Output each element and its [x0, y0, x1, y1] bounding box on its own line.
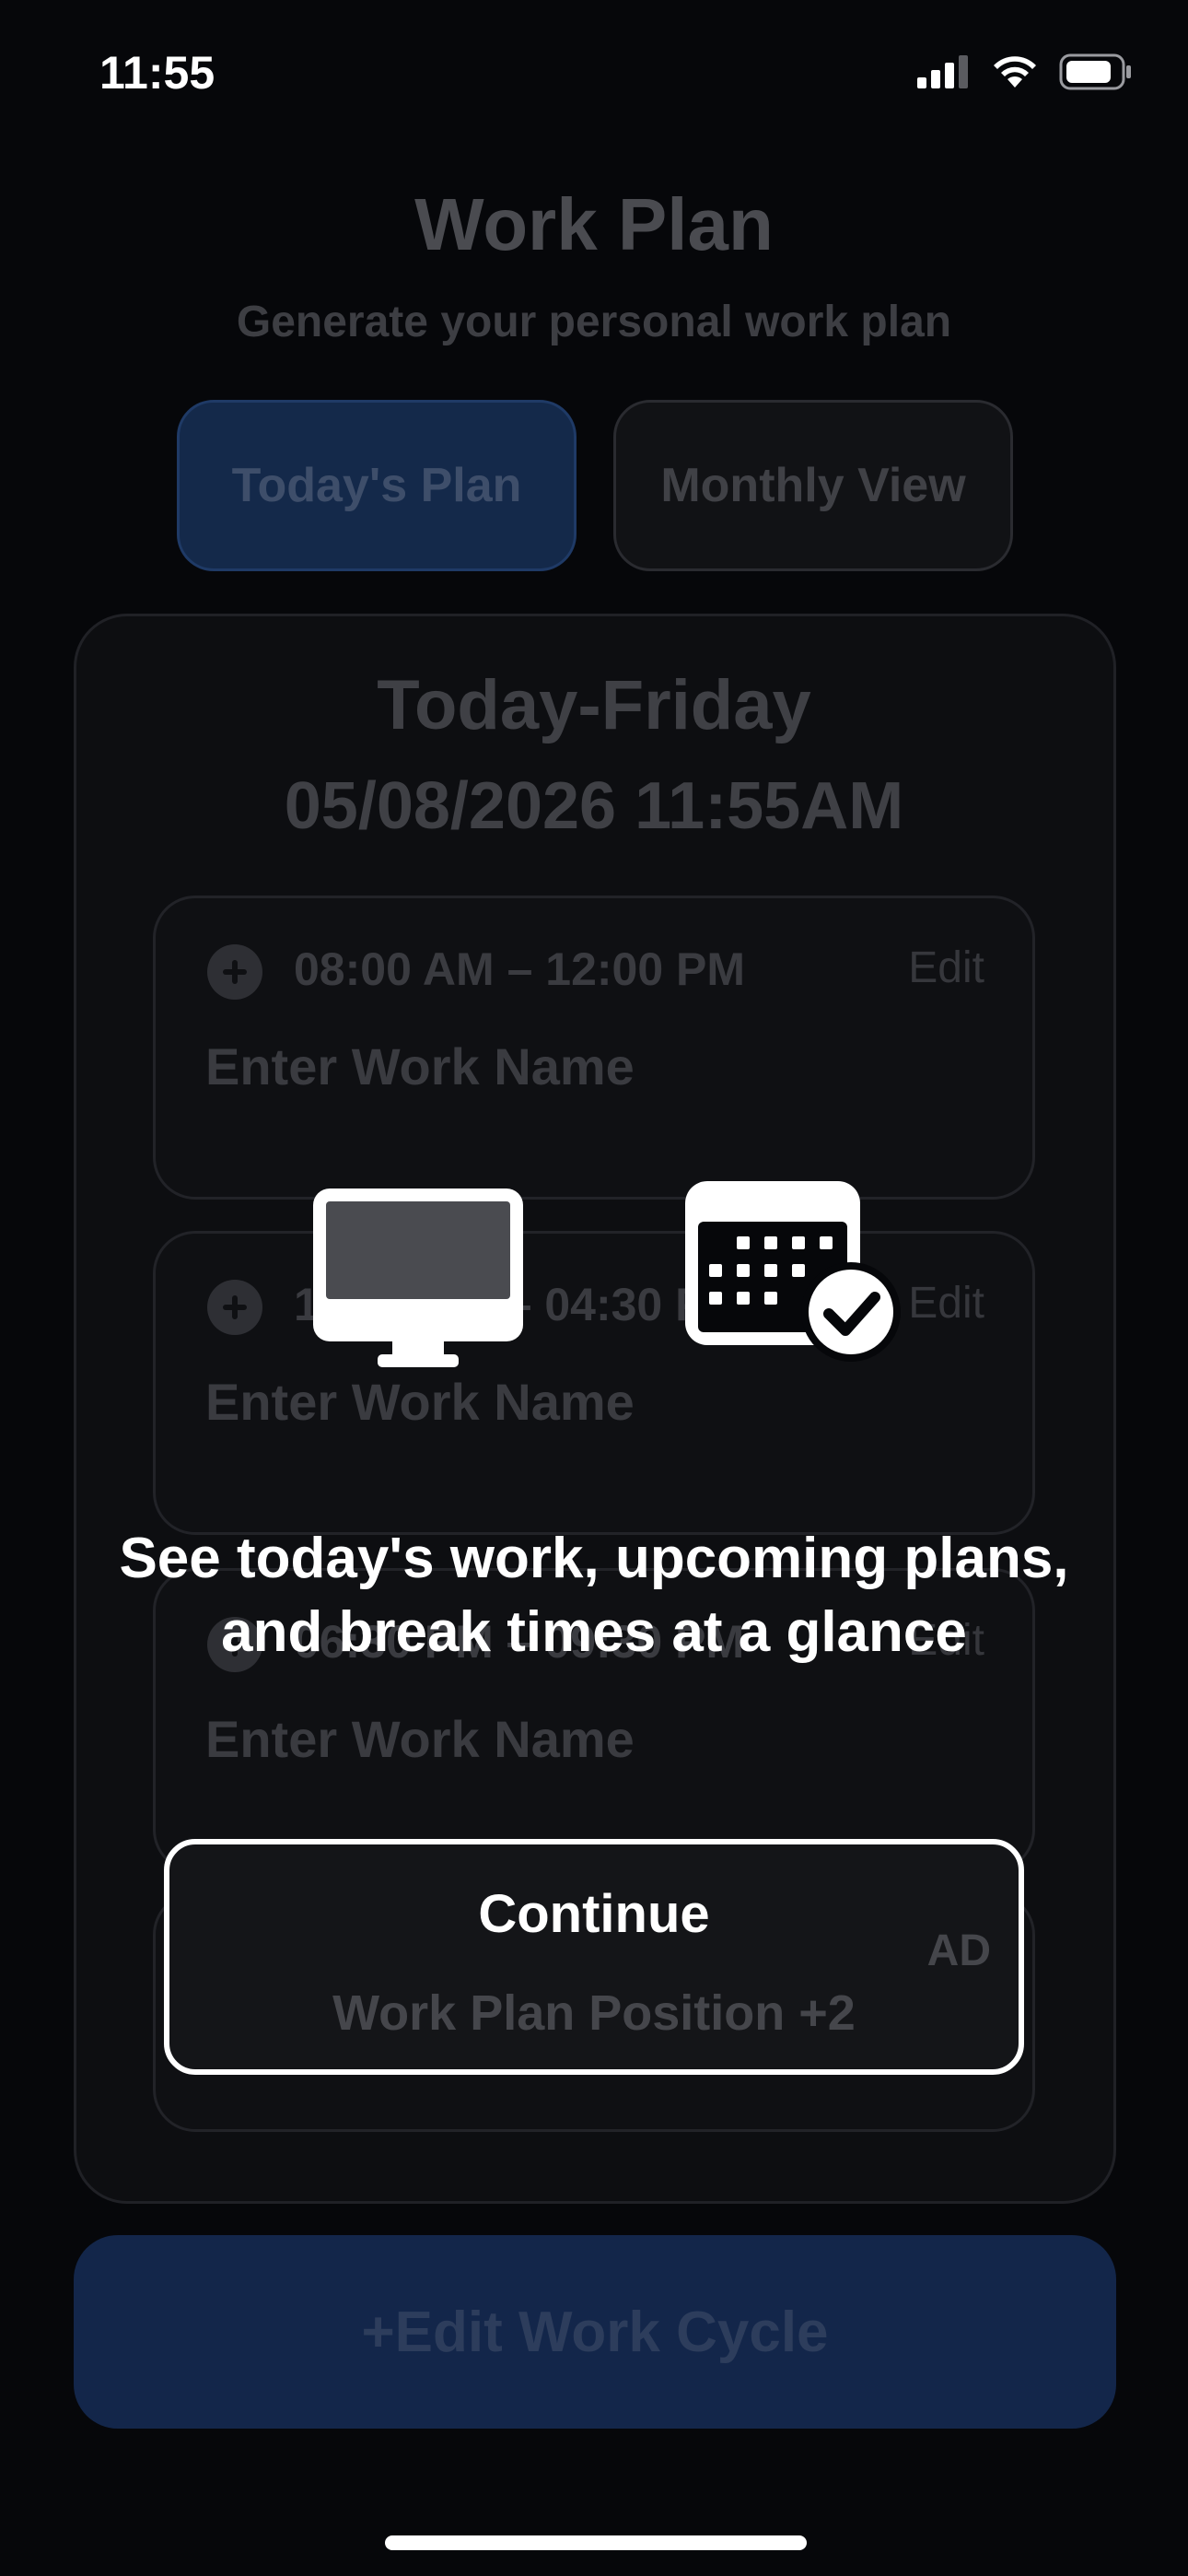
onboarding-message: See today's work, upcoming plans, and br… — [0, 1522, 1188, 1669]
onboarding-message-line1: See today's work, upcoming plans, — [119, 1527, 1069, 1590]
today-day: Today-Friday — [377, 666, 811, 744]
app-background: Work Plan Generate your personal work pl… — [0, 0, 1188, 2576]
edit-work-cycle-button[interactable]: +Edit Work Cycle — [74, 2235, 1116, 2429]
continue-sublabel: Work Plan Position +2 — [332, 1985, 856, 2041]
desktop-monitor-icon — [313, 1188, 523, 1367]
slot-name-field[interactable]: Enter Work Name — [205, 1709, 635, 1769]
home-indicator[interactable] — [385, 2535, 807, 2550]
continue-button[interactable]: Continue Work Plan Position +2 AD — [164, 1839, 1024, 2075]
slot-time: 08:00 AM – 12:00 PM — [294, 943, 746, 995]
work-slot[interactable]: 08:00 AM – 12:00 PM Edit Enter Work Name — [153, 896, 1035, 1200]
tab-todays-plan[interactable]: Today's Plan — [177, 400, 577, 571]
work-slot[interactable]: 12:30 PM – 04:30 PM Edit Enter Work Name — [153, 1231, 1035, 1535]
slot-name-field[interactable]: Enter Work Name — [205, 1372, 635, 1432]
slot-edit-button[interactable]: Edit — [908, 1278, 984, 1329]
page-subtitle: Generate your personal work plan — [236, 298, 952, 346]
slot-name-field[interactable]: Enter Work Name — [205, 1036, 635, 1096]
onboarding-message-line2: and break times at a glance — [221, 1600, 967, 1664]
continue-label: Continue — [478, 1884, 710, 1944]
calendar-check-icon — [685, 1181, 901, 1362]
ad-badge: AD — [926, 1926, 991, 1975]
slot-edit-button[interactable]: Edit — [908, 943, 984, 993]
tab-monthly-view[interactable]: Monthly View — [613, 400, 1013, 571]
plus-circle-icon[interactable] — [207, 1280, 262, 1335]
page-title: Work Plan — [414, 183, 774, 265]
screen: 11:55 Work Plan Generate your personal w… — [0, 0, 1188, 2576]
today-datetime: 05/08/2026 11:55AM — [284, 769, 904, 843]
plus-circle-icon[interactable] — [207, 944, 262, 1000]
